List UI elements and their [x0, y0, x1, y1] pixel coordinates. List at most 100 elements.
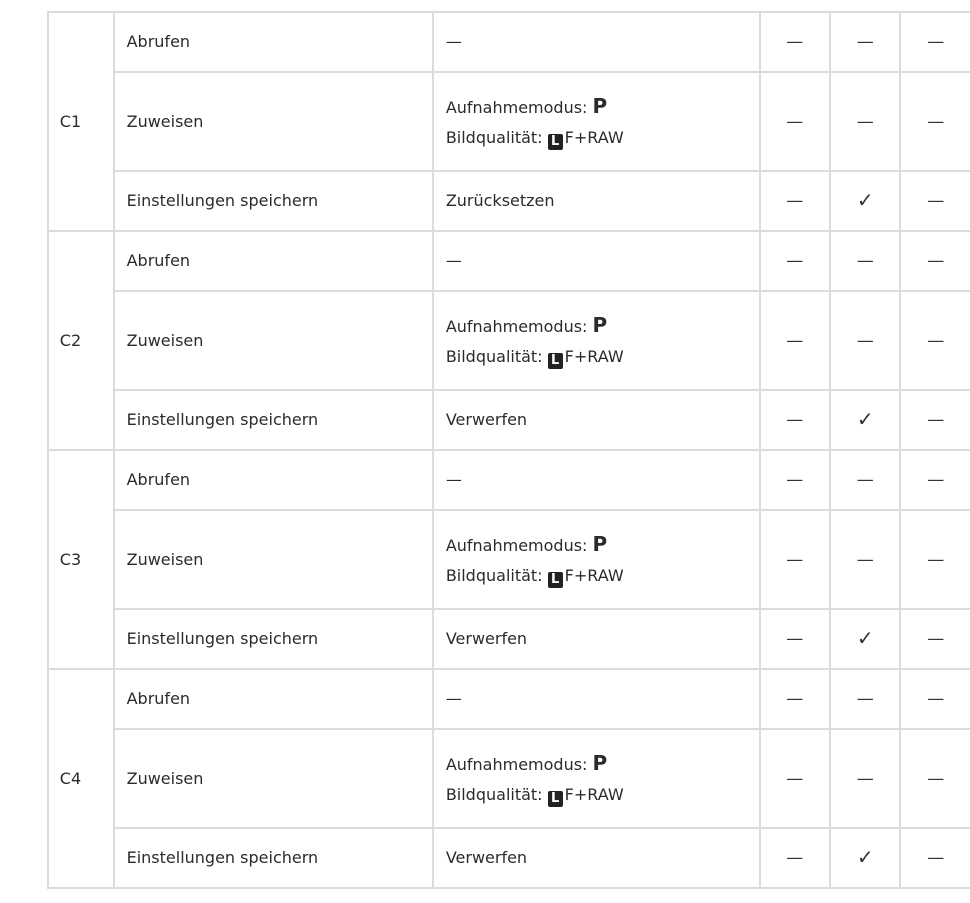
large-quality-icon: L [547, 571, 563, 588]
value-cell: — [431, 449, 761, 511]
table-row: Zuweisen Aufnahmemodus: P Bildqualität: … [0, 290, 970, 391]
function-cell: Abrufen [112, 11, 434, 73]
quality-label: Bildqualität: [445, 346, 543, 366]
group-label: C4 [46, 668, 115, 889]
mark-cell: — [899, 509, 970, 610]
mark-cell: — [899, 668, 970, 730]
mark-cell: — [899, 170, 970, 232]
mark-cell: — [829, 71, 902, 172]
spacer-cell [0, 12, 49, 231]
mark-cell: — [829, 449, 902, 511]
mark-cell: — [829, 509, 902, 610]
mark-cell: — [829, 728, 902, 829]
mark-cell: — [899, 449, 970, 511]
table-row: Einstellungen speichern Verwerfen — ✓ — [0, 827, 970, 889]
mode-p-icon: P [592, 531, 608, 556]
check-icon: ✓ [856, 407, 874, 431]
table-row: C2 Abrufen — — — — [0, 230, 970, 451]
mark-cell: — [829, 668, 902, 730]
function-cell: Abrufen [112, 449, 434, 511]
function-cell: Abrufen [112, 230, 434, 292]
mark-cell: — [829, 230, 902, 292]
mode-p-icon: P [592, 750, 608, 775]
mark-cell: — [758, 827, 832, 889]
function-cell: Einstellungen speichern [112, 170, 434, 232]
table-row: C4 Abrufen — — — — [0, 668, 970, 889]
group-label: C2 [46, 230, 115, 451]
custom-mode-table: C1 Abrufen — — — — Zuweisen Aufnahmemodu… [0, 11, 970, 889]
value-cell: — [431, 668, 761, 730]
function-cell: Einstellungen speichern [112, 827, 434, 889]
function-cell: Zuweisen [112, 728, 434, 829]
mark-cell: — [758, 668, 832, 730]
mark-cell: — [899, 389, 970, 451]
table-row: Einstellungen speichern Verwerfen — ✓ — [0, 389, 970, 451]
value-cell: — [431, 230, 761, 292]
value-cell: Verwerfen [431, 389, 761, 451]
check-icon: ✓ [856, 626, 874, 650]
value-cell: Verwerfen [431, 827, 761, 889]
mark-cell: — [899, 827, 970, 889]
quality-label: Bildqualität: [445, 127, 543, 147]
mode-label: Aufnahmemodus: [445, 316, 588, 336]
mark-cell: — [899, 290, 970, 391]
mark-cell: ✓ [829, 827, 902, 889]
function-cell: Zuweisen [112, 290, 434, 391]
quality-line: Bildqualität: L F+RAW [446, 780, 759, 810]
value-cell: Verwerfen [431, 608, 761, 670]
value-cell: Aufnahmemodus: P Bildqualität: L F+RAW [431, 509, 761, 610]
mark-cell: — [758, 230, 832, 292]
spacer-cell [0, 450, 49, 669]
group-label: C1 [46, 11, 115, 232]
mode-label: Aufnahmemodus: [445, 754, 588, 774]
mark-cell: — [899, 230, 970, 292]
table-row: C3 Abrufen — — — — [0, 449, 970, 670]
mode-line: Aufnahmemodus: P [446, 310, 759, 342]
quality-suffix: F+RAW [564, 565, 624, 585]
large-quality-icon: L [547, 133, 563, 150]
mark-cell: — [758, 608, 832, 670]
mode-p-icon: P [592, 312, 608, 337]
mark-cell: — [758, 449, 832, 511]
mark-cell: — [829, 290, 902, 391]
quality-label: Bildqualität: [445, 565, 543, 585]
mark-cell: — [829, 11, 902, 73]
function-cell: Abrufen [112, 668, 434, 730]
mark-cell: — [758, 728, 832, 829]
function-cell: Zuweisen [112, 71, 434, 172]
mode-label: Aufnahmemodus: [445, 97, 588, 117]
spacer-cell [0, 669, 49, 888]
mark-cell: — [758, 509, 832, 610]
mode-line: Aufnahmemodus: P [446, 748, 759, 780]
table-row: Zuweisen Aufnahmemodus: P Bildqualität: … [0, 728, 970, 829]
large-quality-icon: L [547, 352, 563, 369]
table-row: Einstellungen speichern Verwerfen — ✓ — [0, 608, 970, 670]
mark-cell: — [758, 389, 832, 451]
function-cell: Einstellungen speichern [112, 608, 434, 670]
table-row: C1 Abrufen — — — — [0, 11, 970, 232]
mark-cell: — [758, 170, 832, 232]
mode-line: Aufnahmemodus: P [446, 91, 759, 123]
mark-cell: — [758, 11, 832, 73]
table-row: Zuweisen Aufnahmemodus: P Bildqualität: … [0, 509, 970, 610]
value-cell: Aufnahmemodus: P Bildqualität: L F+RAW [431, 290, 761, 391]
spacer-cell [0, 231, 49, 450]
value-cell: — [431, 11, 761, 73]
mark-cell: — [899, 71, 970, 172]
table-row: Zuweisen Aufnahmemodus: P Bildqualität: … [0, 71, 970, 172]
mode-p-icon: P [592, 93, 608, 118]
quality-suffix: F+RAW [564, 784, 624, 804]
value-cell: Aufnahmemodus: P Bildqualität: L F+RAW [431, 71, 761, 172]
check-icon: ✓ [856, 845, 874, 869]
value-cell: Aufnahmemodus: P Bildqualität: L F+RAW [431, 728, 761, 829]
mark-cell: ✓ [829, 170, 902, 232]
mark-cell: — [899, 11, 970, 73]
table-row: Einstellungen speichern Zurücksetzen — ✓… [0, 170, 970, 232]
check-icon: ✓ [856, 188, 874, 212]
quality-line: Bildqualität: L F+RAW [446, 123, 759, 153]
function-cell: Zuweisen [112, 509, 434, 610]
quality-line: Bildqualität: L F+RAW [446, 342, 759, 372]
quality-line: Bildqualität: L F+RAW [446, 561, 759, 591]
mark-cell: — [758, 290, 832, 391]
quality-suffix: F+RAW [564, 346, 624, 366]
